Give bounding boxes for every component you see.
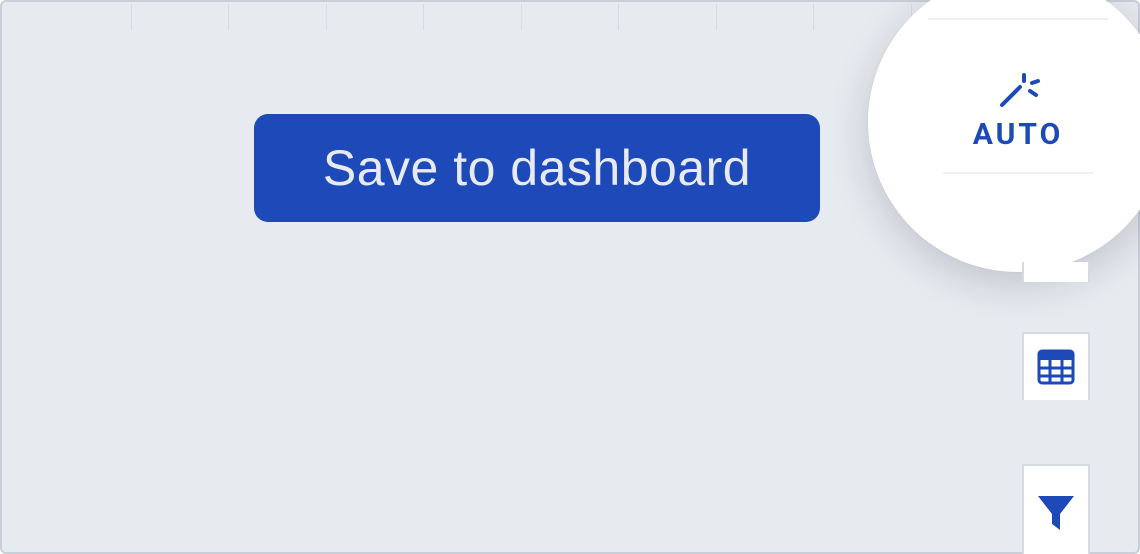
- divider: [928, 18, 1108, 20]
- table-icon: [1036, 347, 1076, 387]
- funnel-icon: [1035, 492, 1077, 534]
- table-visualization-button[interactable]: [1022, 332, 1090, 400]
- auto-visualization-button[interactable]: AUTO: [868, 0, 1140, 272]
- editor-panel: Save to dashboard AUTO: [0, 0, 1140, 554]
- magic-wand-icon: [996, 71, 1040, 109]
- viz-rail-segment: [1022, 262, 1090, 282]
- save-to-dashboard-button[interactable]: Save to dashboard: [254, 114, 820, 222]
- divider: [943, 172, 1093, 174]
- auto-label: AUTO: [973, 117, 1064, 152]
- filter-visualization-button[interactable]: [1022, 464, 1090, 554]
